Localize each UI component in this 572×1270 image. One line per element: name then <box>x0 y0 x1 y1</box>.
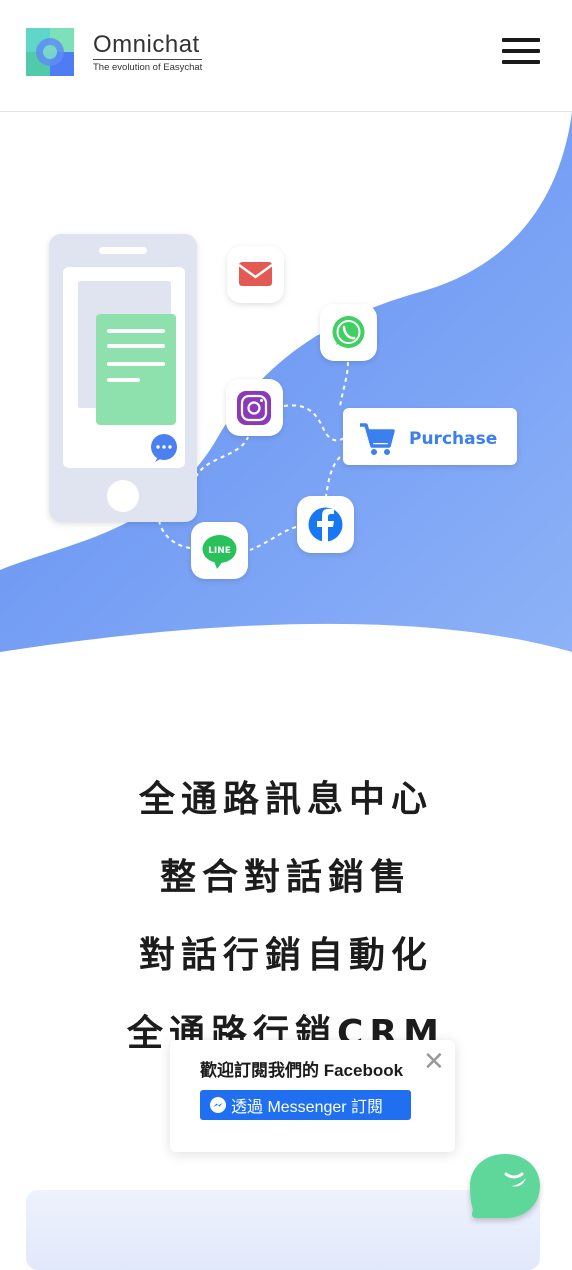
hero-illustration: Purchase LINE <box>0 112 572 652</box>
line-icon: LINE <box>191 522 248 579</box>
messenger-button-label: 透過 Messenger 訂閱 <box>231 1099 384 1116</box>
messenger-icon <box>210 1097 226 1113</box>
messenger-subscribe-button[interactable]: 透過 Messenger 訂閱 <box>200 1090 411 1120</box>
headline-3: 對話行銷自動化 <box>138 935 433 976</box>
brand[interactable]: Omnichat The evolution of Easychat <box>93 31 203 73</box>
hamburger-icon[interactable] <box>502 38 540 66</box>
whatsapp-icon <box>320 304 377 361</box>
close-icon[interactable]: ✕ <box>423 1049 445 1075</box>
facebook-icon <box>297 496 354 553</box>
phone-illustration <box>49 234 197 522</box>
brand-tagline: The evolution of Easychat <box>93 59 203 73</box>
site-header: Omnichat The evolution of Easychat <box>0 0 572 112</box>
chat-bubble-icon[interactable] <box>466 1148 544 1226</box>
instagram-icon <box>226 379 283 436</box>
line-label: LINE <box>208 546 231 556</box>
feature-card <box>26 1190 540 1270</box>
brand-name: Omnichat <box>93 31 200 58</box>
facebook-subscribe-popup: 歡迎訂閱我們的 Facebook ✕ 透過 Messenger 訂閱 <box>170 1040 455 1152</box>
popup-title: 歡迎訂閱我們的 Facebook <box>200 1061 404 1080</box>
omnichat-logo[interactable] <box>26 28 74 76</box>
purchase-label: Purchase <box>409 429 497 449</box>
headline-2: 整合對話銷售 <box>159 857 412 898</box>
headline-1: 全通路訊息中心 <box>138 779 433 820</box>
purchase-card: Purchase <box>343 408 517 465</box>
email-icon <box>227 246 284 303</box>
